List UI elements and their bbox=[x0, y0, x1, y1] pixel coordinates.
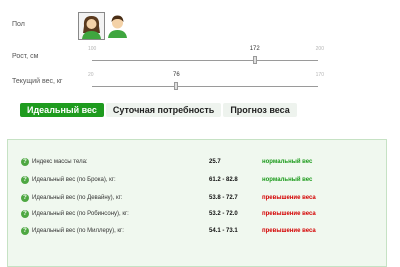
result-value: 54.1 - 73.1 bbox=[209, 228, 238, 234]
tab-weight-forecast[interactable]: Прогноз веса bbox=[223, 103, 297, 117]
male-avatar-icon bbox=[108, 15, 127, 38]
question-circle-icon[interactable]: ? bbox=[21, 210, 29, 218]
result-value: 25.7 bbox=[209, 159, 221, 165]
results-panel: ? Индекс массы тела: 25.7 нормальный вес… bbox=[7, 139, 387, 267]
height-label: Рост, см bbox=[12, 53, 39, 60]
weight-value-label: 76 bbox=[173, 72, 180, 78]
weight-max-label: 170 bbox=[315, 72, 324, 78]
result-status: превышение веса bbox=[262, 228, 316, 234]
result-value: 53.2 - 72.0 bbox=[209, 211, 238, 217]
result-value: 61.2 - 82.8 bbox=[209, 177, 238, 183]
question-circle-icon[interactable]: ? bbox=[21, 227, 29, 235]
height-value-label: 172 bbox=[249, 46, 260, 52]
result-status: нормальный вес bbox=[262, 159, 313, 165]
tab-bar: Идеальный вес Суточная потребность Прогн… bbox=[20, 103, 299, 117]
female-avatar-icon bbox=[82, 16, 101, 39]
weight-slider-handle[interactable] bbox=[174, 82, 179, 90]
question-circle-icon[interactable]: ? bbox=[21, 194, 29, 202]
height-min-label: 100 bbox=[88, 46, 97, 52]
height-max-label: 200 bbox=[315, 46, 324, 52]
weight-min-label: 20 bbox=[88, 72, 94, 78]
result-status: нормальный вес bbox=[262, 177, 313, 183]
result-label: Индекс массы тела: bbox=[32, 159, 88, 165]
result-status: превышение веса bbox=[262, 195, 316, 201]
tab-daily-needs[interactable]: Суточная потребность bbox=[105, 103, 222, 117]
weight-slider[interactable]: 20 170 76 bbox=[88, 72, 324, 104]
weight-slider-track[interactable] bbox=[92, 86, 318, 87]
result-label: Идеальный вес (по Девайну), кг: bbox=[32, 195, 123, 201]
gender-label: Пол bbox=[12, 21, 25, 28]
question-circle-icon[interactable]: ? bbox=[21, 176, 29, 184]
height-slider-handle[interactable] bbox=[252, 56, 257, 64]
result-label: Идеальный вес (по Брока), кг: bbox=[32, 177, 116, 183]
result-label: Идеальный вес (по Робинсону), кг: bbox=[32, 211, 129, 217]
gender-male-button[interactable] bbox=[105, 12, 132, 40]
result-value: 53.8 - 72.7 bbox=[209, 195, 238, 201]
height-slider-track[interactable] bbox=[92, 60, 318, 61]
result-status: превышение веса bbox=[262, 211, 316, 217]
weight-label: Текущий вес, кг bbox=[12, 78, 63, 85]
result-label: Идеальный вес (по Миллеру), кг: bbox=[32, 228, 124, 234]
tab-ideal-weight[interactable]: Идеальный вес bbox=[20, 103, 104, 117]
gender-female-button[interactable] bbox=[78, 12, 105, 40]
question-circle-icon[interactable]: ? bbox=[21, 158, 29, 166]
